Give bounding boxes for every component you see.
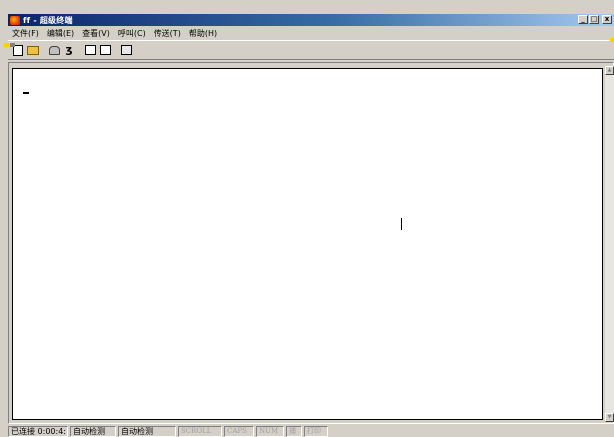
hyperterminal-app-icon[interactable] xyxy=(10,15,20,25)
status-echo: 打印 xyxy=(304,425,328,437)
title-buttons: _ □ x xyxy=(578,15,612,24)
mouse-ibeam-cursor xyxy=(401,218,402,230)
scroll-up-button[interactable]: ▲ xyxy=(605,66,614,75)
send-file-icon xyxy=(84,45,96,55)
menu-edit[interactable]: 编辑(E) xyxy=(43,28,78,39)
properties-icon xyxy=(120,45,132,55)
menu-view[interactable]: 查看(V) xyxy=(78,28,114,39)
call-phone-icon xyxy=(48,45,60,55)
menu-file[interactable]: 文件(F) xyxy=(8,28,43,39)
receive-file-icon xyxy=(99,45,111,55)
menu-transfer[interactable]: 传送(T) xyxy=(150,28,185,39)
status-capture: 捕 xyxy=(286,425,302,437)
menu-help[interactable]: 帮助(H) xyxy=(185,28,221,39)
status-connection-time: 已连接 0:00:4: xyxy=(8,425,68,437)
text-cursor xyxy=(23,92,29,94)
status-detect-1: 自动检测 xyxy=(70,425,116,437)
disconnect-icon: ʒ xyxy=(65,43,73,56)
status-scroll: SCROLL xyxy=(178,425,222,437)
terminal-screen[interactable] xyxy=(12,68,603,420)
call-button[interactable] xyxy=(47,43,61,57)
title-bar[interactable]: ff - 超级终端 _ □ x xyxy=(8,14,614,26)
receive-button[interactable] xyxy=(98,43,112,57)
open-folder-icon xyxy=(27,45,39,55)
status-bar: 已连接 0:00:4: 自动检测 自动检测 SCROLL CAPS NUM 捕 … xyxy=(8,425,614,437)
hyperterminal-window: ff - 超级终端 _ □ x 文件(F) 编辑(E) 查看(V) 呼叫(C) … xyxy=(0,0,614,437)
menu-call[interactable]: 呼叫(C) xyxy=(114,28,150,39)
send-button[interactable] xyxy=(83,43,97,57)
vertical-scrollbar[interactable]: ▲ ▼ xyxy=(605,66,614,422)
status-caps: CAPS xyxy=(224,425,254,437)
menu-bar: 文件(F) 编辑(E) 查看(V) 呼叫(C) 传送(T) 帮助(H) xyxy=(8,27,614,39)
disconnect-button[interactable]: ʒ xyxy=(62,43,76,57)
toolbar: ʒ xyxy=(8,40,614,60)
status-num: NUM xyxy=(256,425,284,437)
status-detect-2: 自动检测 xyxy=(118,425,176,437)
close-button[interactable]: x xyxy=(602,15,612,24)
minimize-button[interactable]: _ xyxy=(578,15,588,24)
window-title: ff - 超级终端 xyxy=(23,15,73,25)
scroll-down-button[interactable]: ▼ xyxy=(605,413,614,422)
maximize-button[interactable]: □ xyxy=(589,15,599,24)
open-button[interactable] xyxy=(26,43,40,57)
properties-button[interactable] xyxy=(119,43,133,57)
